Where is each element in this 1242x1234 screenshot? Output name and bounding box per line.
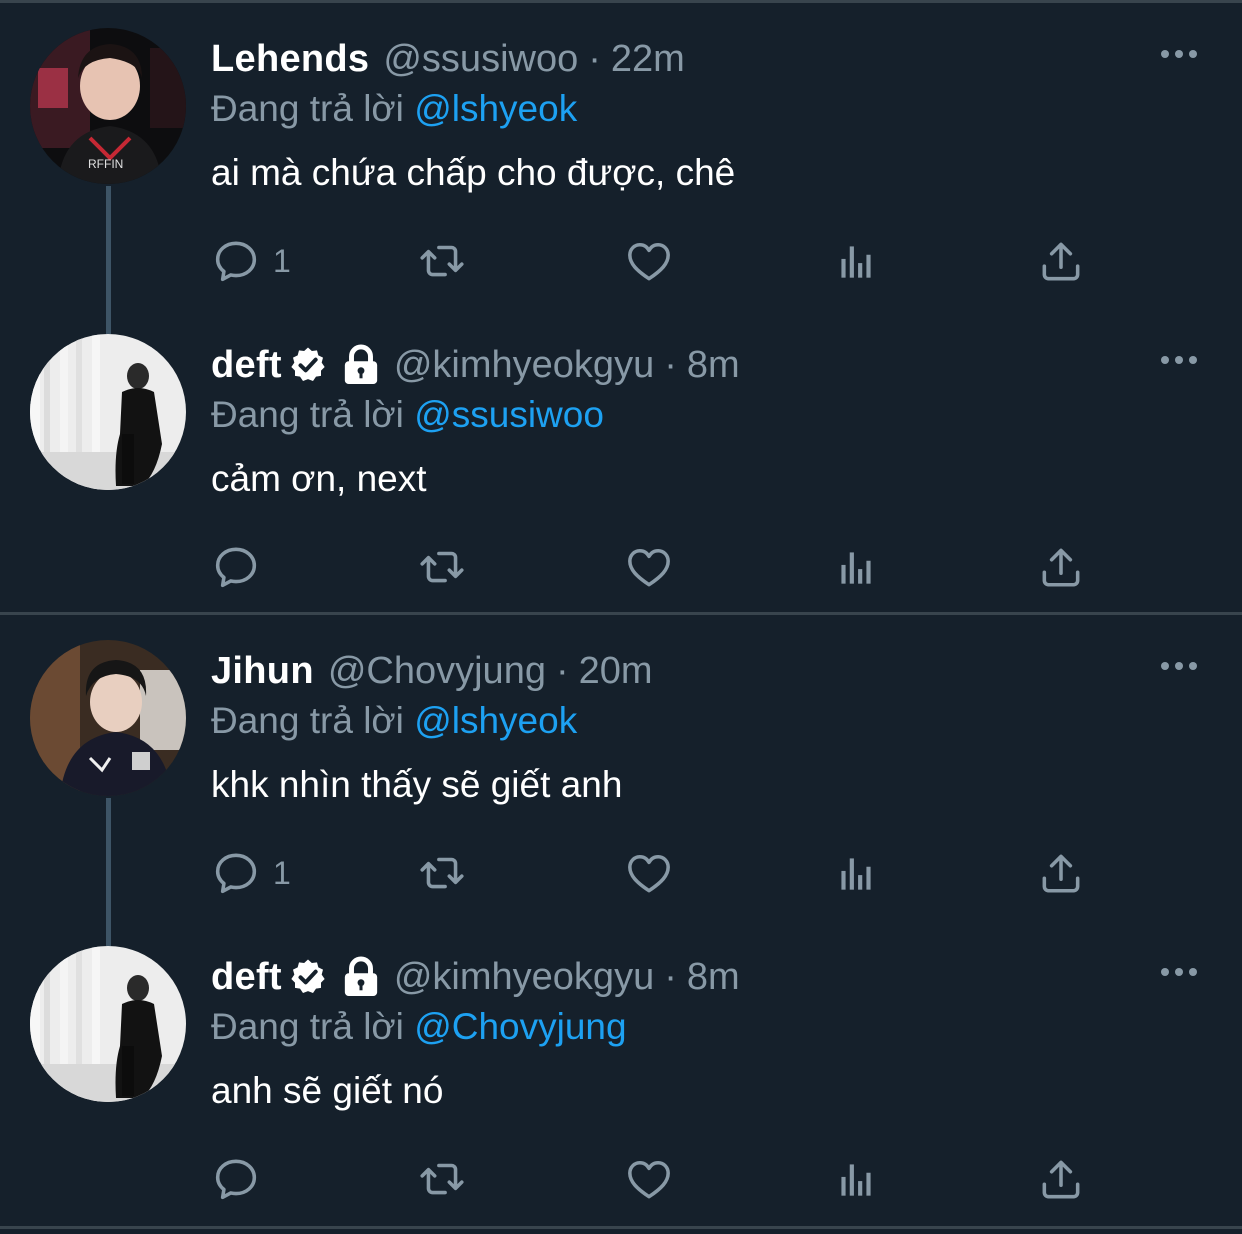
tweet[interactable]: deft @kimhyeokgyu · 8m Đang trả lời @Cho…	[0, 918, 1242, 1224]
timestamp[interactable]: 20m	[579, 650, 653, 693]
analytics-icon	[831, 848, 881, 898]
analytics-button[interactable]	[831, 542, 881, 592]
analytics-button[interactable]	[831, 236, 881, 286]
replying-to-label: Đang trả lời	[211, 394, 404, 435]
like-button[interactable]	[624, 542, 674, 592]
retweet-icon	[417, 1154, 467, 1204]
reply-icon	[211, 848, 261, 898]
retweet-icon	[417, 236, 467, 286]
display-name[interactable]: Lehends	[211, 38, 369, 81]
reply-button[interactable]: 1	[211, 236, 291, 286]
reply-button[interactable]: 1	[211, 848, 291, 898]
replying-to: Đang trả lời @Chovyjung	[211, 1006, 627, 1048]
retweet-icon	[417, 848, 467, 898]
timestamp[interactable]: 8m	[687, 344, 740, 387]
svg-text:RFFIN: RFFIN	[88, 157, 123, 171]
share-button[interactable]	[1036, 542, 1086, 592]
share-icon	[1036, 236, 1086, 286]
heart-icon	[624, 236, 674, 286]
share-button[interactable]	[1036, 236, 1086, 286]
timestamp[interactable]: 8m	[687, 956, 740, 999]
display-name[interactable]: deft	[211, 344, 282, 387]
separator-dot: ·	[555, 649, 569, 692]
heart-icon	[624, 542, 674, 592]
separator-dot: ·	[664, 955, 677, 998]
thread-2: Jihun @Chovyjung · 20m Đang trả lời @lsh…	[0, 612, 1242, 1231]
retweet-button[interactable]	[417, 848, 467, 898]
retweet-button[interactable]	[417, 542, 467, 592]
replying-to-mention[interactable]: @Chovyjung	[414, 1006, 626, 1047]
tweet-text: cảm ơn, next	[211, 458, 427, 499]
tweet-text: khk nhìn thấy sẽ giết anh	[211, 764, 623, 805]
analytics-icon	[831, 542, 881, 592]
avatar-lehends[interactable]: RFFIN	[30, 28, 186, 184]
tweet-header: Jihun @Chovyjung · 20m	[211, 648, 653, 694]
display-name[interactable]: Jihun	[211, 650, 314, 693]
separator-dot: ·	[588, 37, 601, 80]
heart-icon	[624, 848, 674, 898]
separator-dot: ·	[664, 343, 677, 386]
share-button[interactable]	[1036, 1154, 1086, 1204]
reply-count: 1	[273, 242, 291, 279]
share-icon	[1036, 848, 1086, 898]
avatar-deft[interactable]	[30, 946, 186, 1102]
more-icon[interactable]	[1160, 658, 1198, 674]
tweet-text: anh sẽ giết nó	[211, 1070, 444, 1111]
replying-to: Đang trả lời @lshyeok	[211, 700, 577, 742]
user-handle[interactable]: @kimhyeokgyu	[394, 344, 654, 387]
avatar-jihun[interactable]	[30, 640, 186, 796]
analytics-icon	[831, 1154, 881, 1204]
replying-to-label: Đang trả lời	[211, 700, 404, 741]
share-icon	[1036, 542, 1086, 592]
tweet-header: deft @kimhyeokgyu · 8m	[211, 954, 740, 1000]
tweet-header: deft @kimhyeokgyu · 8m	[211, 342, 740, 388]
like-button[interactable]	[624, 236, 674, 286]
reply-button[interactable]	[211, 1154, 273, 1204]
tweet[interactable]: Jihun @Chovyjung · 20m Đang trả lời @lsh…	[0, 612, 1242, 918]
user-handle[interactable]: @ssusiwoo	[383, 38, 578, 81]
reply-button[interactable]	[211, 542, 273, 592]
like-button[interactable]	[624, 848, 674, 898]
user-handle[interactable]: @kimhyeokgyu	[394, 956, 654, 999]
replying-to: Đang trả lời @lshyeok	[211, 88, 577, 130]
reply-icon	[211, 1154, 261, 1204]
bottom-divider	[0, 1226, 1242, 1229]
retweet-icon	[417, 542, 467, 592]
thread-1: RFFIN Lehends @ssusiwoo · 22m Đang trả l…	[0, 0, 1242, 612]
analytics-icon	[831, 236, 881, 286]
retweet-button[interactable]	[417, 1154, 467, 1204]
tweet-text: ai mà chứa chấp cho được, chê	[211, 152, 736, 193]
lock-icon	[342, 344, 380, 386]
heart-icon	[624, 1154, 674, 1204]
like-button[interactable]	[624, 1154, 674, 1204]
replying-to-mention[interactable]: @ssusiwoo	[414, 394, 604, 435]
timestamp[interactable]: 22m	[611, 38, 685, 81]
replying-to-mention[interactable]: @lshyeok	[414, 88, 577, 129]
replying-to-mention[interactable]: @lshyeok	[414, 700, 577, 741]
replying-to: Đang trả lời @ssusiwoo	[211, 394, 604, 436]
tweet-header: Lehends @ssusiwoo · 22m	[211, 36, 685, 82]
more-icon[interactable]	[1160, 964, 1198, 980]
analytics-button[interactable]	[831, 1154, 881, 1204]
analytics-button[interactable]	[831, 848, 881, 898]
user-handle[interactable]: @Chovyjung	[328, 650, 546, 693]
more-icon[interactable]	[1160, 46, 1198, 62]
replying-to-label: Đang trả lời	[211, 88, 404, 129]
reply-icon	[211, 236, 261, 286]
verified-badge-icon	[288, 957, 328, 997]
reply-count: 1	[273, 854, 291, 891]
reply-icon	[211, 542, 261, 592]
verified-badge-icon	[288, 345, 328, 385]
tweet[interactable]: deft @kimhyeokgyu · 8m Đang trả lời @ssu…	[0, 306, 1242, 612]
display-name[interactable]: deft	[211, 956, 282, 999]
avatar-deft[interactable]	[30, 334, 186, 490]
lock-icon	[342, 956, 380, 998]
replying-to-label: Đang trả lời	[211, 1006, 404, 1047]
share-icon	[1036, 1154, 1086, 1204]
more-icon[interactable]	[1160, 352, 1198, 368]
tweet[interactable]: RFFIN Lehends @ssusiwoo · 22m Đang trả l…	[0, 0, 1242, 306]
share-button[interactable]	[1036, 848, 1086, 898]
retweet-button[interactable]	[417, 236, 467, 286]
